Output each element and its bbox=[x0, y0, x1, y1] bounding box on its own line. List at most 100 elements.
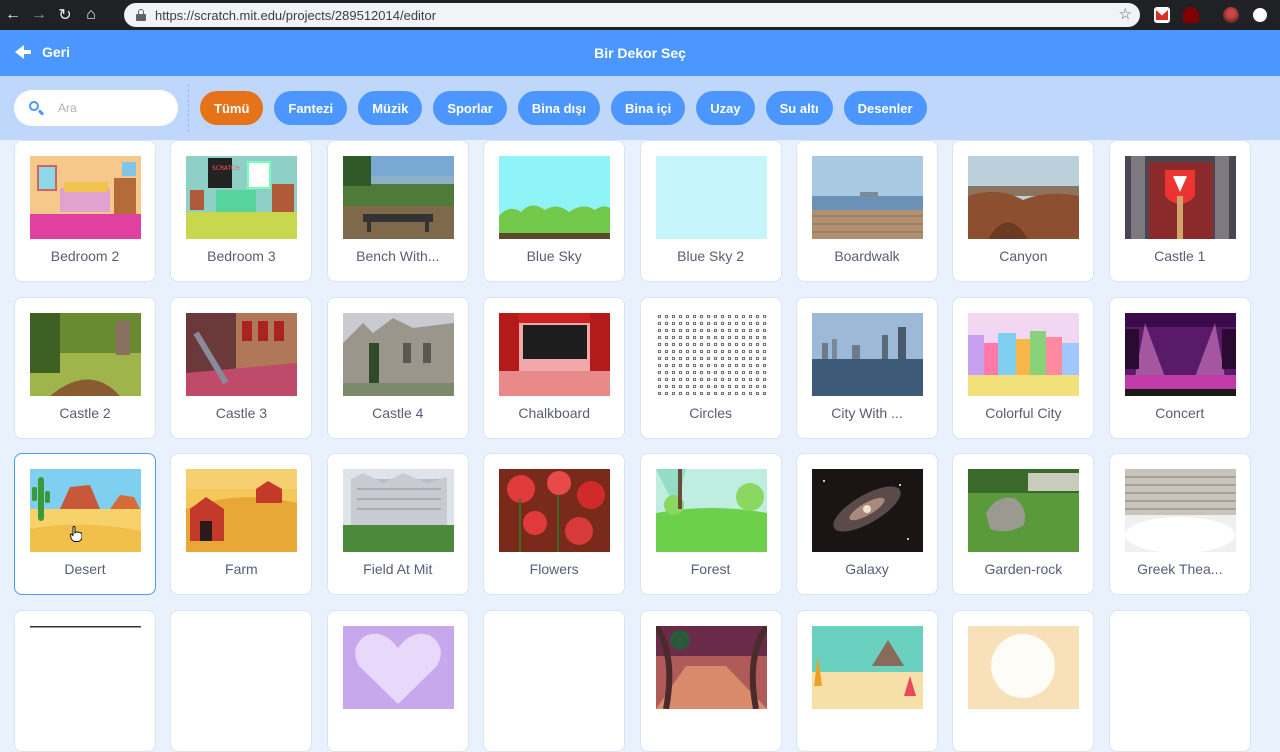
backdrop-card[interactable]: Desert bbox=[14, 453, 156, 595]
backdrop-card[interactable]: Garden-rock bbox=[952, 453, 1095, 595]
backdrop-thumbnail bbox=[1125, 626, 1236, 709]
backdrop-thumbnail bbox=[812, 312, 923, 396]
lock-icon bbox=[136, 9, 146, 21]
filter-bar: Tümü Fantezi Müzik Sporlar Bina dışı Bina içi… bbox=[0, 76, 1280, 140]
backdrop-thumbnail bbox=[968, 469, 1080, 552]
backdrop-thumbnail bbox=[812, 469, 923, 552]
backdrop-card[interactable]: Greek Thea... bbox=[1108, 453, 1251, 595]
tag-sporlar[interactable]: Sporlar bbox=[433, 91, 507, 125]
hand-cursor-icon bbox=[70, 526, 82, 542]
backdrop-name: Concert bbox=[1155, 404, 1205, 421]
backdrop-thumbnail bbox=[655, 156, 767, 239]
backdrop-thumbnail: SCRATCH bbox=[186, 156, 298, 239]
backdrop-name: Chalkboard bbox=[518, 404, 590, 421]
backdrop-thumbnail bbox=[812, 625, 923, 709]
backdrop-name: Castle 4 bbox=[372, 404, 424, 421]
backdrop-name: Canyon bbox=[999, 248, 1048, 264]
profile-avatar[interactable] bbox=[1223, 7, 1239, 23]
backdrop-thumbnail bbox=[655, 625, 767, 709]
backdrop-card[interactable]: City With ... bbox=[796, 296, 938, 439]
backdrop-name: Field At Mit bbox=[363, 561, 433, 577]
backdrop-thumbnail bbox=[499, 156, 611, 239]
library-header: Geri Bir Dekor Seç bbox=[0, 30, 1280, 76]
backdrop-thumbnail bbox=[186, 625, 298, 709]
backdrop-card[interactable]: Castle 1 bbox=[1108, 140, 1251, 282]
backdrop-name: Desert bbox=[64, 561, 106, 577]
browser-toolbar: ← → ↻ ⌂ https://scratch.mit.edu/projects… bbox=[0, 0, 1280, 30]
backdrop-name: Bedroom 3 bbox=[207, 248, 276, 264]
reload-icon[interactable]: ↻ bbox=[52, 0, 78, 30]
backdrop-card[interactable] bbox=[483, 609, 626, 752]
gmail-icon[interactable] bbox=[1154, 7, 1170, 23]
backdrop-grid: Bedroom 2 SCRATCH Bedroom 3 Bench With... Bl… bbox=[14, 140, 1266, 752]
backdrop-card[interactable]: SCRATCH Bedroom 3 bbox=[170, 140, 313, 282]
search-input[interactable] bbox=[58, 101, 158, 115]
backdrop-card[interactable]: Circles bbox=[639, 296, 782, 439]
backdrop-card[interactable]: Chalkboard bbox=[483, 296, 626, 439]
backdrop-card[interactable]: Field At Mit bbox=[326, 453, 469, 595]
backdrop-card[interactable]: Castle 3 bbox=[170, 296, 313, 439]
backdrop-card[interactable]: Canyon bbox=[952, 140, 1095, 282]
backdrop-card[interactable] bbox=[14, 609, 156, 752]
tag-uzay[interactable]: Uzay bbox=[696, 91, 755, 125]
backdrop-card[interactable]: Bench With... bbox=[326, 140, 469, 282]
backdrop-name: Castle 2 bbox=[59, 404, 111, 421]
menu-dot-icon[interactable] bbox=[1253, 8, 1267, 22]
svg-text:SCRATCH: SCRATCH bbox=[212, 165, 240, 172]
backdrop-thumbnail bbox=[186, 469, 298, 552]
backdrop-card[interactable]: Galaxy bbox=[796, 453, 938, 595]
backdrop-thumbnail bbox=[1124, 156, 1236, 239]
backdrop-thumbnail bbox=[1124, 312, 1236, 396]
backdrop-name: Castle 3 bbox=[215, 404, 268, 421]
tag-bina-dışı[interactable]: Bina dışı bbox=[517, 91, 601, 125]
backdrop-card[interactable]: Farm bbox=[170, 453, 313, 595]
backdrop-card[interactable] bbox=[326, 609, 469, 752]
backdrop-card[interactable]: Boardwalk bbox=[796, 140, 938, 282]
backdrop-name: Bench With... bbox=[356, 248, 440, 264]
backdrop-name: Bedroom 2 bbox=[50, 248, 120, 264]
backdrop-name: Garden-rock bbox=[984, 561, 1063, 577]
ublock-icon[interactable] bbox=[1183, 7, 1199, 23]
backdrop-name: Blue Sky 2 bbox=[677, 248, 745, 264]
backdrop-thumbnail bbox=[499, 625, 611, 709]
page-title: Bir Dekor Seç bbox=[594, 45, 686, 61]
backdrop-thumbnail bbox=[1124, 469, 1236, 552]
backdrop-card[interactable] bbox=[952, 609, 1095, 752]
tag-su-altı[interactable]: Su altı bbox=[765, 91, 833, 125]
home-icon[interactable]: ⌂ bbox=[78, 0, 104, 30]
backdrop-card[interactable]: Blue Sky 2 bbox=[639, 140, 782, 282]
backdrop-name: Colorful City bbox=[985, 404, 1062, 421]
backdrop-thumbnail bbox=[655, 469, 767, 552]
backdrop-card[interactable] bbox=[1108, 609, 1251, 752]
forward-icon[interactable]: → bbox=[26, 0, 52, 30]
backdrop-name: Forest bbox=[690, 561, 731, 577]
backdrop-card[interactable]: Colorful City bbox=[952, 296, 1095, 439]
backdrop-card[interactable]: Blue Sky bbox=[483, 140, 626, 282]
backdrop-name: Flowers bbox=[529, 561, 579, 577]
backdrop-card[interactable]: Forest bbox=[639, 453, 782, 595]
divider bbox=[188, 84, 189, 132]
search-icon bbox=[28, 100, 45, 116]
backdrop-name: Farm bbox=[225, 561, 258, 577]
tag-desenler[interactable]: Desenler bbox=[843, 91, 927, 125]
backdrop-thumbnail bbox=[30, 469, 141, 552]
backdrop-card[interactable]: Concert bbox=[1108, 296, 1251, 439]
backdrop-card[interactable] bbox=[170, 609, 313, 752]
back-icon[interactable]: ← bbox=[0, 0, 26, 30]
star-icon[interactable]: ☆ bbox=[1119, 5, 1132, 23]
backdrop-card[interactable]: Castle 4 bbox=[326, 296, 469, 439]
search-box[interactable] bbox=[14, 90, 178, 126]
backdrop-card[interactable]: Castle 2 bbox=[14, 296, 156, 439]
tag-tümü[interactable]: Tümü bbox=[200, 91, 264, 125]
backdrop-thumbnail bbox=[342, 469, 454, 552]
address-bar[interactable]: https://scratch.mit.edu/projects/2895120… bbox=[124, 3, 1140, 27]
backdrop-card[interactable]: Flowers bbox=[483, 453, 626, 595]
backdrop-thumbnail bbox=[655, 312, 767, 396]
backdrop-card[interactable]: Bedroom 2 bbox=[14, 140, 156, 282]
tag-bina-içi[interactable]: Bina içi bbox=[611, 91, 686, 125]
backdrop-card[interactable] bbox=[796, 609, 938, 752]
backdrop-card[interactable] bbox=[639, 609, 782, 752]
backdrop-thumbnail bbox=[968, 312, 1080, 396]
tag-müzik[interactable]: Müzik bbox=[358, 91, 423, 125]
tag-fantezi[interactable]: Fantezi bbox=[274, 91, 348, 125]
